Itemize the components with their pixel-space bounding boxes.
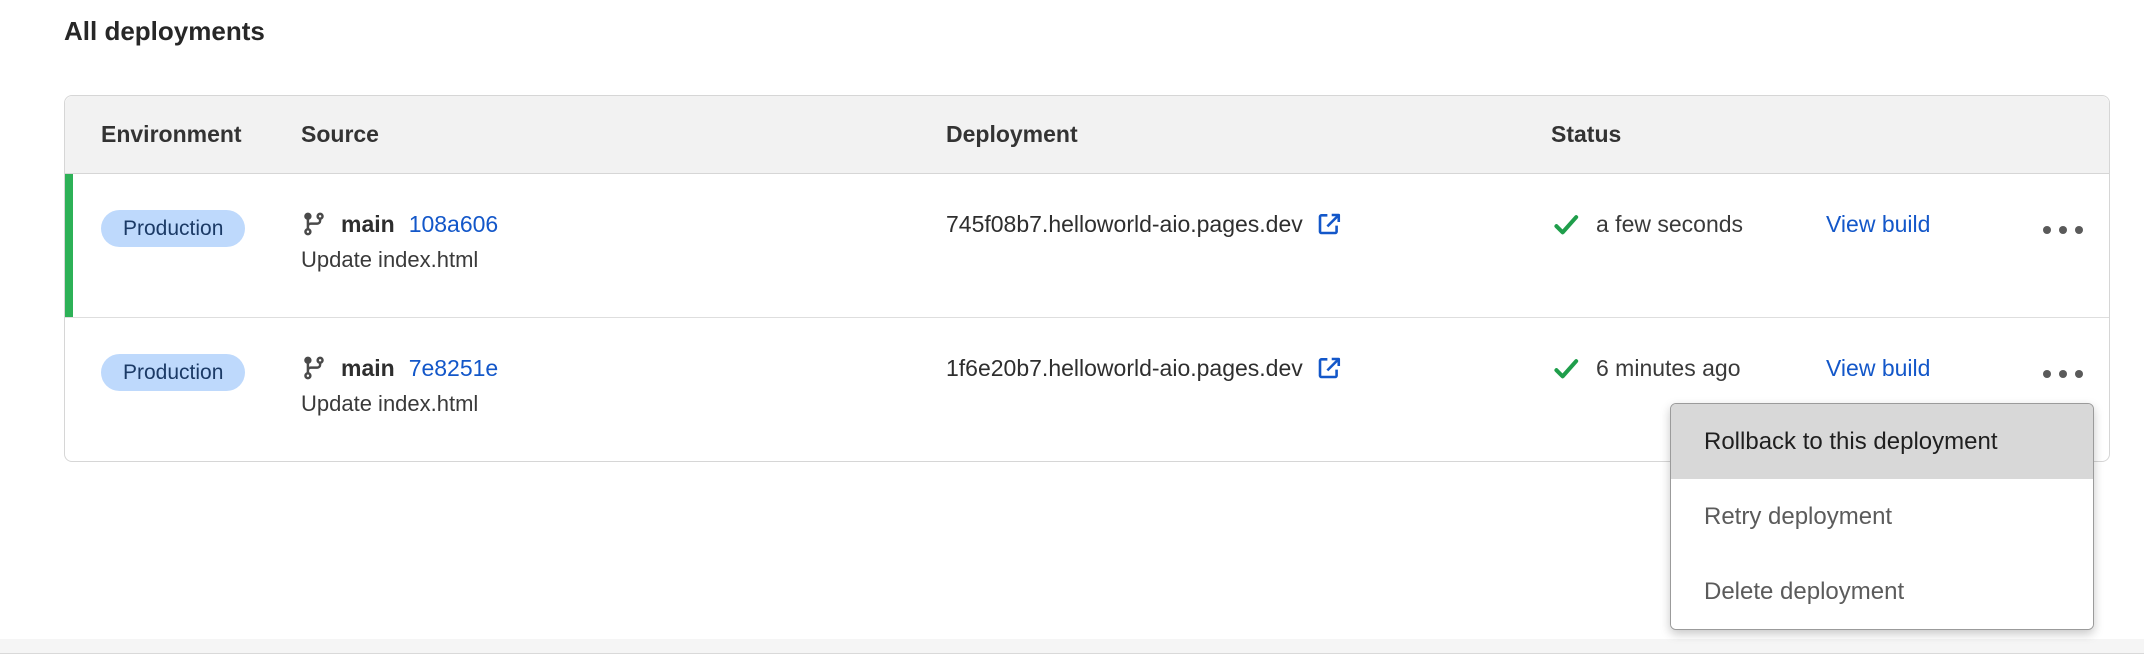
bottom-divider	[0, 639, 2144, 654]
menu-item-delete[interactable]: Delete deployment	[1671, 554, 2093, 629]
table-header-row: Environment Source Deployment Status	[65, 96, 2109, 174]
column-header-deployment: Deployment	[946, 121, 1551, 148]
actions-cell	[2016, 174, 2109, 240]
column-header-source: Source	[301, 121, 946, 148]
deployment-cell: 745f08b7.helloworld-aio.pages.dev	[946, 174, 1551, 238]
deployment-cell: 1f6e20b7.helloworld-aio.pages.dev	[946, 318, 1551, 382]
git-branch-icon	[301, 211, 327, 237]
commit-link[interactable]: 108a606	[409, 210, 499, 238]
build-cell: View build	[1826, 174, 2016, 238]
ellipsis-icon	[2043, 370, 2051, 378]
status-cell: a few seconds	[1551, 174, 1826, 238]
view-build-link[interactable]: View build	[1826, 355, 1930, 381]
commit-link[interactable]: 7e8251e	[409, 354, 499, 382]
ellipsis-icon	[2043, 226, 2051, 234]
deployment-url: 1f6e20b7.helloworld-aio.pages.dev	[946, 354, 1303, 382]
commit-message: Update index.html	[301, 247, 946, 273]
deployment-row: Production main 108a606 Update index.htm…	[65, 174, 2109, 317]
branch-name: main	[341, 210, 395, 238]
column-header-environment: Environment	[65, 121, 301, 148]
check-icon	[1551, 211, 1581, 238]
commit-message: Update index.html	[301, 391, 946, 417]
status-time: a few seconds	[1596, 210, 1743, 238]
branch-name: main	[341, 354, 395, 382]
build-cell: View build	[1826, 318, 2016, 382]
environment-cell: Production	[65, 174, 301, 247]
view-build-link[interactable]: View build	[1826, 211, 1930, 237]
more-actions-button[interactable]	[2037, 220, 2089, 240]
menu-item-retry[interactable]: Retry deployment	[1671, 479, 2093, 554]
context-menu: Rollback to this deployment Retry deploy…	[1670, 403, 2094, 630]
external-link-icon[interactable]	[1316, 355, 1342, 381]
actions-cell	[2016, 318, 2109, 384]
deployment-url: 745f08b7.helloworld-aio.pages.dev	[946, 210, 1303, 238]
source-cell: main 7e8251e Update index.html	[301, 318, 946, 417]
external-link-icon[interactable]	[1316, 211, 1342, 237]
environment-badge: Production	[101, 354, 245, 391]
status-cell: 6 minutes ago	[1551, 318, 1826, 382]
active-deployment-indicator	[65, 174, 73, 317]
column-header-status: Status	[1551, 121, 1826, 148]
status-time: 6 minutes ago	[1596, 354, 1740, 382]
more-actions-button[interactable]	[2037, 364, 2089, 384]
menu-item-rollback[interactable]: Rollback to this deployment	[1671, 404, 2093, 479]
environment-badge: Production	[101, 210, 245, 247]
page-title: All deployments	[64, 16, 265, 47]
source-cell: main 108a606 Update index.html	[301, 174, 946, 273]
check-icon	[1551, 355, 1581, 382]
git-branch-icon	[301, 355, 327, 381]
environment-cell: Production	[65, 318, 301, 391]
